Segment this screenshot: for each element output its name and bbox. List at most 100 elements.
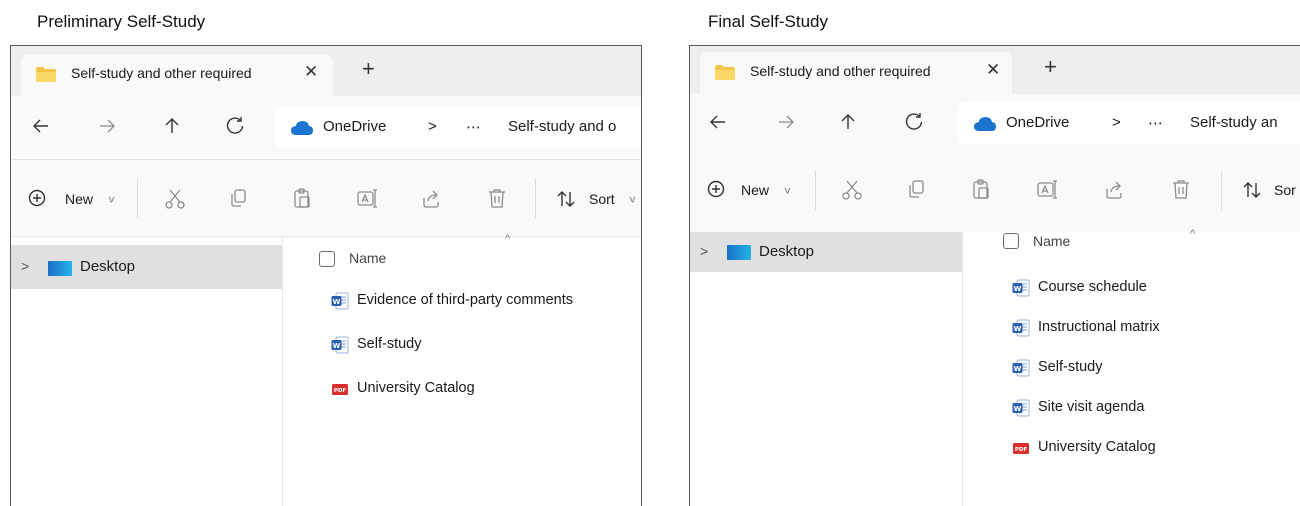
file-list: ^ Name W Evidence of third-party comments…: [283, 233, 641, 506]
refresh-icon[interactable]: [902, 110, 926, 134]
rename-icon[interactable]: [1036, 178, 1058, 200]
up-arrow-icon[interactable]: [836, 110, 860, 134]
new-button[interactable]: New: [741, 182, 769, 198]
file-name: Self-study: [357, 336, 422, 352]
desktop-icon: [48, 261, 72, 276]
sort-indicator-icon: ^: [1190, 228, 1196, 240]
breadcrumb-current[interactable]: Self-study an: [1190, 114, 1278, 131]
new-tab-button[interactable]: +: [362, 58, 375, 80]
toolbar-divider: [137, 178, 138, 218]
sort-chevron-down-icon[interactable]: ˅: [629, 193, 636, 207]
sort-arrows-icon[interactable]: [556, 189, 576, 209]
back-arrow-icon[interactable]: [706, 110, 730, 134]
word-document-icon: W: [1012, 319, 1030, 337]
word-document-icon: W: [1012, 359, 1030, 377]
nav-item-label: Desktop: [759, 243, 815, 260]
address-breadcrumb[interactable]: OneDrive > ⋯ Self-study and o: [275, 106, 641, 148]
address-bar-row: OneDrive > ⋯ Self-study an: [690, 94, 1300, 158]
refresh-icon[interactable]: [223, 114, 247, 138]
tab-bar: Self-study and other required ✕ +: [11, 46, 641, 96]
breadcrumb-more[interactable]: ⋯: [466, 118, 481, 136]
word-document-icon: W: [331, 292, 349, 310]
forward-arrow-icon[interactable]: [774, 110, 798, 134]
svg-text:PDF: PDF: [1015, 447, 1028, 453]
name-column-header[interactable]: Name: [1033, 233, 1070, 249]
up-arrow-icon[interactable]: [160, 114, 184, 138]
toolbar-divider: [535, 178, 536, 218]
back-arrow-icon[interactable]: [29, 114, 53, 138]
new-plus-icon[interactable]: [28, 189, 46, 207]
nav-item-desktop[interactable]: > Desktop: [690, 232, 962, 272]
sort-arrows-icon[interactable]: [1242, 180, 1262, 200]
pdf-file-icon: PDF: [1013, 443, 1029, 454]
tab-bar: Self-study and other required ✕ +: [690, 46, 1300, 94]
command-bar: New ˅ Sort ˅: [11, 160, 641, 237]
tab-close-icon[interactable]: ✕: [986, 60, 1000, 80]
breadcrumb-more[interactable]: ⋯: [1148, 114, 1163, 132]
onedrive-cloud-icon: [291, 121, 313, 135]
file-name: Evidence of third-party comments: [357, 292, 573, 308]
command-bar: New ˅ Sor: [690, 156, 1300, 233]
share-icon[interactable]: [420, 187, 442, 209]
share-icon[interactable]: [1103, 178, 1125, 200]
breadcrumb-current[interactable]: Self-study and o: [508, 118, 616, 135]
explorer-window-final: Self-study and other required ✕ + OneDri…: [689, 45, 1300, 506]
select-all-checkbox[interactable]: [1003, 233, 1019, 249]
delete-trash-icon[interactable]: [486, 187, 508, 209]
nav-item-desktop[interactable]: > Desktop: [11, 245, 282, 289]
delete-trash-icon[interactable]: [1170, 178, 1192, 200]
toolbar-divider: [815, 170, 816, 210]
tab-title: Self-study and other required: [71, 65, 252, 81]
toolbar-divider: [1221, 170, 1222, 210]
copy-icon[interactable]: [905, 178, 927, 200]
sort-button[interactable]: Sort: [589, 191, 615, 207]
breadcrumb-separator: >: [428, 118, 437, 135]
new-button[interactable]: New: [65, 191, 93, 207]
cut-scissors-icon[interactable]: [841, 178, 863, 200]
tab-self-study[interactable]: Self-study and other required ✕: [700, 52, 1012, 94]
name-column-header[interactable]: Name: [349, 250, 386, 266]
expand-chevron-icon[interactable]: >: [21, 258, 29, 274]
rename-icon[interactable]: [356, 187, 378, 209]
file-name: Self-study: [1038, 359, 1103, 375]
svg-text:W: W: [1014, 285, 1022, 293]
sort-button[interactable]: Sor: [1274, 182, 1296, 198]
expand-chevron-icon[interactable]: >: [700, 243, 708, 259]
svg-text:W: W: [333, 342, 341, 350]
breadcrumb-onedrive[interactable]: OneDrive: [1006, 114, 1069, 131]
onedrive-cloud-icon: [974, 117, 996, 131]
file-name: Instructional matrix: [1038, 319, 1160, 335]
navigation-pane: > Desktop: [690, 232, 963, 506]
word-document-icon: W: [1012, 399, 1030, 417]
breadcrumb-onedrive[interactable]: OneDrive: [323, 118, 386, 135]
file-name: Site visit agenda: [1038, 399, 1145, 415]
svg-text:W: W: [1014, 325, 1022, 333]
address-breadcrumb[interactable]: OneDrive > ⋯ Self-study an: [958, 102, 1300, 144]
new-plus-icon[interactable]: [707, 180, 725, 198]
file-name: University Catalog: [1038, 439, 1156, 455]
paste-clipboard-icon[interactable]: [291, 187, 313, 209]
file-name: Course schedule: [1038, 279, 1147, 295]
desktop-icon: [727, 245, 751, 260]
tab-close-icon[interactable]: ✕: [304, 62, 318, 82]
svg-text:W: W: [333, 298, 341, 306]
svg-text:PDF: PDF: [334, 388, 347, 394]
new-chevron-down-icon[interactable]: ˅: [784, 184, 791, 198]
svg-text:W: W: [1014, 405, 1022, 413]
select-all-checkbox[interactable]: [319, 251, 335, 267]
forward-arrow-icon[interactable]: [95, 114, 119, 138]
new-tab-button[interactable]: +: [1044, 56, 1057, 78]
cut-scissors-icon[interactable]: [164, 187, 186, 209]
navigation-pane: > Desktop: [11, 237, 283, 506]
tab-title: Self-study and other required: [750, 63, 931, 79]
copy-icon[interactable]: [227, 187, 249, 209]
svg-text:W: W: [1014, 365, 1022, 373]
preliminary-caption: Preliminary Self-Study: [37, 12, 206, 31]
paste-clipboard-icon[interactable]: [970, 178, 992, 200]
final-caption: Final Self-Study: [708, 12, 828, 31]
tab-self-study[interactable]: Self-study and other required ✕: [21, 54, 333, 96]
word-document-icon: W: [1012, 279, 1030, 297]
new-chevron-down-icon[interactable]: ˅: [108, 193, 115, 207]
address-bar-row: OneDrive > ⋯ Self-study and o: [11, 96, 641, 160]
folder-icon: [36, 67, 56, 82]
